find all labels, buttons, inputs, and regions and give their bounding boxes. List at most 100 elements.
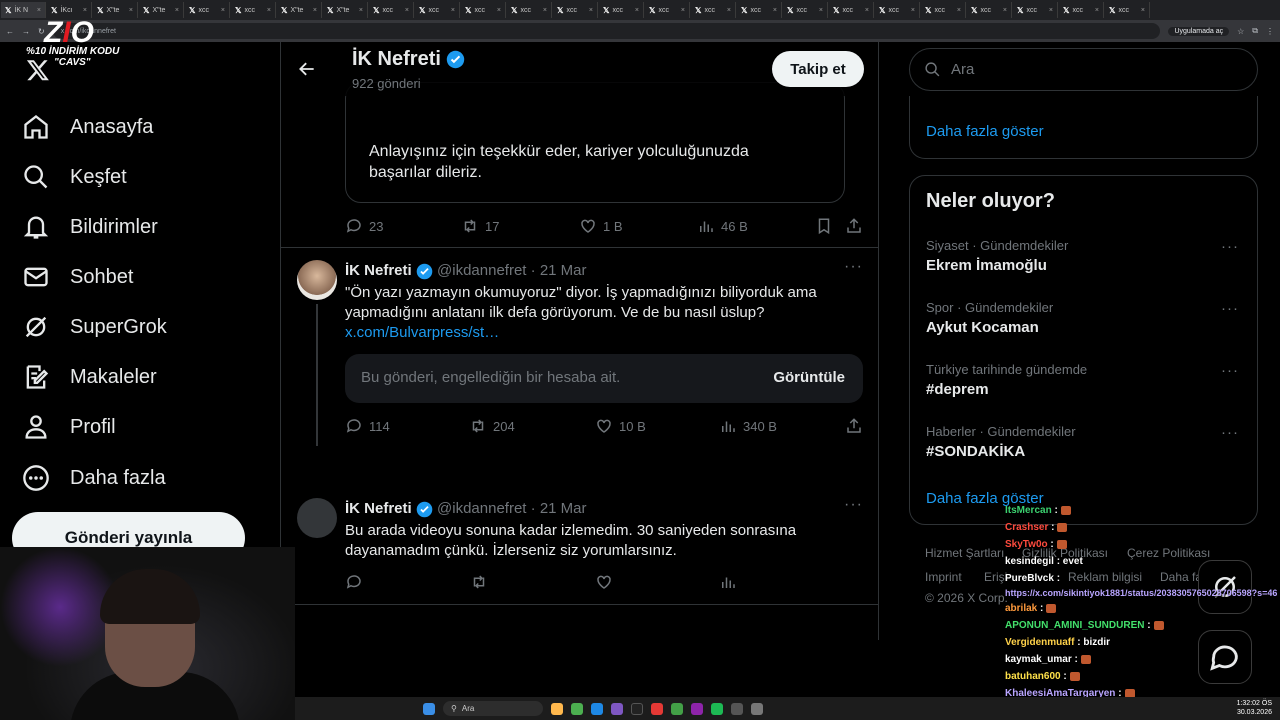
- close-tab-icon[interactable]: ×: [681, 7, 685, 14]
- browser-tab[interactable]: 𝕏 X"te ×: [139, 2, 184, 18]
- more-options-icon[interactable]: ···: [844, 496, 863, 514]
- close-tab-icon[interactable]: ×: [37, 7, 41, 14]
- browser-tab[interactable]: 𝕏xcc ×: [415, 2, 460, 18]
- explorer-icon[interactable]: [551, 702, 563, 715]
- nav-item-messages[interactable]: Sohbet: [22, 262, 133, 292]
- browser-tab[interactable]: 𝕏xcc ×: [875, 2, 920, 18]
- nav-item-more[interactable]: Daha fazla: [22, 463, 166, 493]
- close-tab-icon[interactable]: ×: [497, 7, 501, 14]
- reply-stat[interactable]: 23: [345, 217, 383, 235]
- edge-icon[interactable]: [591, 702, 603, 715]
- close-tab-icon[interactable]: ×: [83, 7, 87, 14]
- post-date[interactable]: · 21 Mar: [531, 262, 587, 279]
- browser-tab[interactable]: 𝕏xcc ×: [829, 2, 874, 18]
- nav-item-home[interactable]: Anasayfa: [22, 112, 153, 142]
- spotify-icon[interactable]: [711, 702, 723, 715]
- nav-item-articles[interactable]: Makaleler: [22, 362, 157, 392]
- author-name[interactable]: İK Nefreti: [345, 500, 412, 517]
- repost-stat[interactable]: 17: [461, 217, 499, 235]
- author-handle[interactable]: @ikdannefret: [437, 500, 526, 517]
- post-date[interactable]: · 21 Mar: [531, 500, 587, 517]
- open-in-app-button[interactable]: Uygulamada aç: [1168, 26, 1230, 36]
- views-stat[interactable]: 46 B: [697, 217, 748, 235]
- nav-item-supergrok[interactable]: SuperGrok: [22, 312, 167, 342]
- share-icon[interactable]: [845, 217, 863, 235]
- close-tab-icon[interactable]: ×: [589, 7, 593, 14]
- show-more-link[interactable]: Daha fazla göster: [926, 123, 1044, 140]
- close-tab-icon[interactable]: ×: [727, 7, 731, 14]
- nav-item-profile[interactable]: Profil: [22, 412, 116, 442]
- trend-name[interactable]: #deprem: [926, 381, 989, 398]
- trend-more-icon[interactable]: ···: [1221, 362, 1239, 379]
- footer-link[interactable]: Hizmet Şartları: [925, 546, 1004, 560]
- browser-tab[interactable]: 𝕏xcc ×: [1059, 2, 1104, 18]
- app-icon[interactable]: [731, 702, 743, 715]
- browser-tab[interactable]: 𝕏 X"te ×: [323, 2, 368, 18]
- app-icon[interactable]: [751, 702, 763, 715]
- close-tab-icon[interactable]: ×: [865, 7, 869, 14]
- browser-tab[interactable]: 𝕏xcc ×: [737, 2, 782, 18]
- browser-tab[interactable]: 𝕏xcc ×: [185, 2, 230, 18]
- view-button[interactable]: Görüntüle: [773, 369, 845, 386]
- browser-tab[interactable]: 𝕏xcc ×: [461, 2, 506, 18]
- browser-tab[interactable]: 𝕏xcc ×: [1013, 2, 1058, 18]
- trend-name[interactable]: Aykut Kocaman: [926, 319, 1039, 336]
- avatar[interactable]: [297, 498, 337, 538]
- chrome-icon[interactable]: [571, 702, 583, 715]
- close-tab-icon[interactable]: ×: [267, 7, 271, 14]
- menu-icon[interactable]: ⋮: [1266, 27, 1274, 36]
- taskbar-search[interactable]: ⚲ Ara: [443, 701, 543, 716]
- close-tab-icon[interactable]: ×: [773, 7, 777, 14]
- app-icon[interactable]: [651, 702, 663, 715]
- discord-icon[interactable]: [611, 702, 623, 715]
- browser-tab[interactable]: 𝕏 X"te ×: [277, 2, 322, 18]
- nav-item-notifications[interactable]: Bildirimler: [22, 212, 158, 242]
- back-arrow-icon[interactable]: [297, 59, 317, 79]
- close-tab-icon[interactable]: ×: [543, 7, 547, 14]
- close-tab-icon[interactable]: ×: [1095, 7, 1099, 14]
- browser-tab[interactable]: 𝕏xcc ×: [967, 2, 1012, 18]
- app-icon[interactable]: [691, 702, 703, 715]
- browser-tab[interactable]: 𝕏xcc ×: [231, 2, 276, 18]
- search-input[interactable]: Ara: [909, 48, 1258, 91]
- url-field[interactable]: x.com/ikdannefret: [52, 23, 1161, 39]
- browser-tab[interactable]: 𝕏xcc ×: [783, 2, 828, 18]
- browser-tab[interactable]: 𝕏xcc ×: [507, 2, 552, 18]
- back-icon[interactable]: ←: [6, 27, 14, 36]
- author-name[interactable]: İK Nefreti: [345, 262, 412, 279]
- reply-stat[interactable]: 114: [345, 417, 390, 435]
- browser-tab[interactable]: 𝕏xcc ×: [1105, 2, 1150, 18]
- nav-item-explore[interactable]: Keşfet: [22, 162, 127, 192]
- browser-tab[interactable]: 𝕏xcc ×: [599, 2, 644, 18]
- quoted-post-card[interactable]: Anlayışınız için teşekkür eder, kariyer …: [345, 82, 845, 203]
- repost-icon[interactable]: [470, 573, 488, 591]
- close-tab-icon[interactable]: ×: [911, 7, 915, 14]
- close-tab-icon[interactable]: ×: [221, 7, 225, 14]
- close-tab-icon[interactable]: ×: [1049, 7, 1053, 14]
- more-options-icon[interactable]: ···: [844, 258, 863, 276]
- browser-tab[interactable]: 𝕏xcc ×: [553, 2, 598, 18]
- like-stat[interactable]: 10 B: [595, 417, 646, 435]
- like-stat[interactable]: 1 B: [579, 217, 623, 235]
- close-tab-icon[interactable]: ×: [359, 7, 363, 14]
- reply-icon[interactable]: [345, 573, 363, 591]
- close-tab-icon[interactable]: ×: [1141, 7, 1145, 14]
- app-icon[interactable]: [671, 702, 683, 715]
- follow-button[interactable]: Takip et: [772, 51, 864, 87]
- trend-name[interactable]: Ekrem İmamoğlu: [926, 257, 1047, 274]
- repost-stat[interactable]: 204: [469, 417, 515, 435]
- browser-tab[interactable]: 𝕏xcc ×: [691, 2, 736, 18]
- trend-more-icon[interactable]: ···: [1221, 424, 1239, 441]
- browser-tab[interactable]: 𝕏xcc ×: [645, 2, 690, 18]
- browser-tab[interactable]: 𝕏xcc ×: [369, 2, 414, 18]
- trend-more-icon[interactable]: ···: [1221, 300, 1239, 317]
- close-tab-icon[interactable]: ×: [635, 7, 639, 14]
- trend-name[interactable]: #SONDAKİKA: [926, 443, 1025, 460]
- post-link[interactable]: x.com/Bulvarpress/st…: [345, 323, 499, 343]
- avatar[interactable]: [297, 260, 337, 300]
- start-icon[interactable]: [423, 702, 435, 715]
- close-tab-icon[interactable]: ×: [819, 7, 823, 14]
- bookmark-icon[interactable]: [815, 217, 833, 235]
- close-tab-icon[interactable]: ×: [405, 7, 409, 14]
- x-logo-icon[interactable]: [26, 58, 50, 82]
